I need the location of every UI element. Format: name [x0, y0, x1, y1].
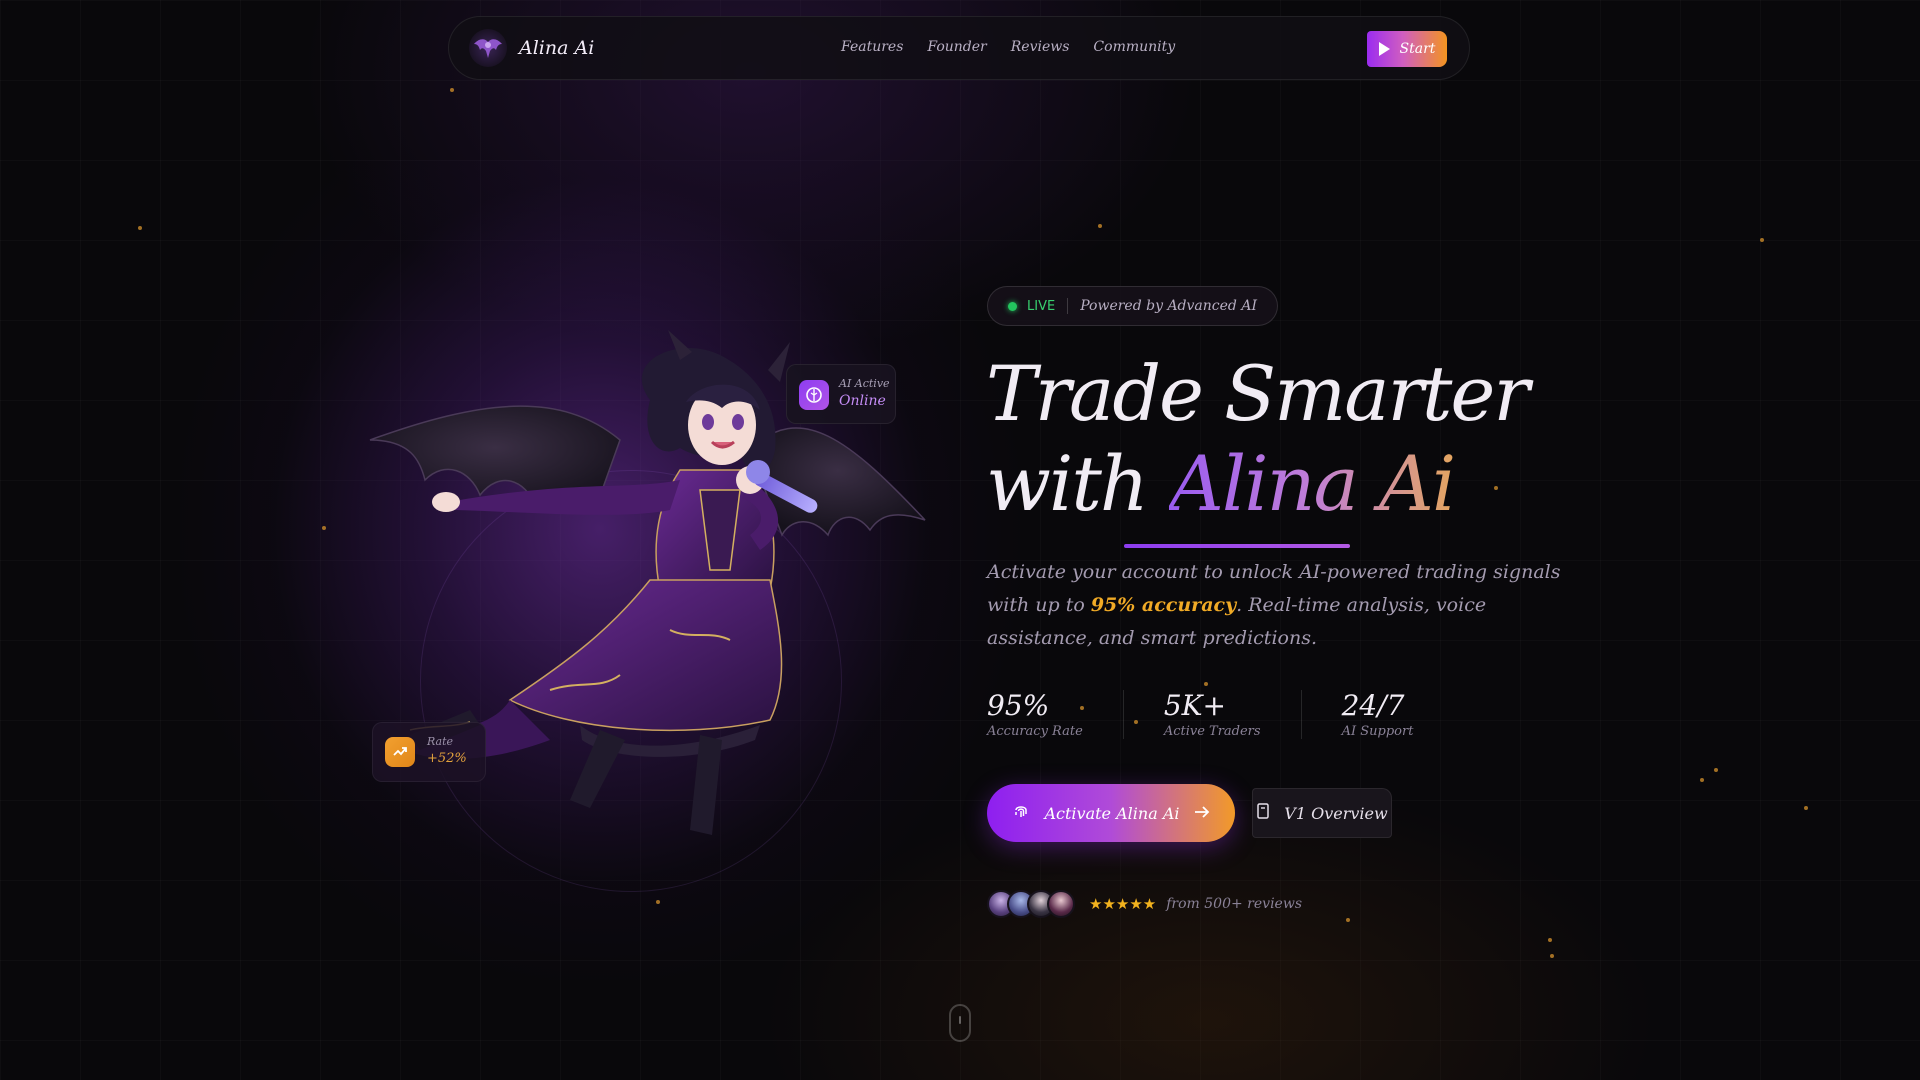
nav-link-community[interactable]: Community	[1093, 39, 1175, 55]
stat-traders: 5K+ Active Traders	[1164, 690, 1302, 739]
particle	[322, 526, 326, 530]
headline-line-2: with Alina Ai	[986, 439, 1456, 528]
stat-label: Accuracy Rate	[987, 724, 1083, 739]
ai-status-value: Online	[839, 393, 886, 409]
particle	[1494, 486, 1498, 490]
nav-link-founder[interactable]: Founder	[927, 39, 986, 55]
rate-value: +52%	[427, 751, 467, 766]
particle	[1098, 224, 1102, 228]
particle	[1804, 806, 1808, 810]
document-icon	[1256, 803, 1270, 823]
headline-gradient: Alina Ai	[1169, 439, 1456, 528]
nav-link-reviews[interactable]: Reviews	[1011, 39, 1070, 55]
activate-button[interactable]: Activate Alina Ai	[987, 784, 1235, 842]
particle	[450, 88, 454, 92]
particle	[1548, 938, 1552, 942]
headline-plain: with	[986, 439, 1149, 528]
particle	[138, 226, 142, 230]
bat-logo-icon	[469, 29, 507, 67]
live-indicator-icon	[1008, 301, 1017, 311]
brand-logo[interactable]: Alina Ai	[469, 29, 594, 67]
nav-links: Features Founder Reviews Community	[841, 39, 1175, 55]
rating-stars: ★★★★★	[1089, 895, 1157, 913]
particle	[1346, 918, 1350, 922]
trending-up-icon	[385, 737, 415, 767]
overview-button-label: V1 Overview	[1284, 803, 1388, 823]
play-icon	[1378, 42, 1390, 56]
particle	[1204, 682, 1208, 686]
overview-button[interactable]: V1 Overview	[1252, 788, 1392, 838]
particle	[656, 900, 660, 904]
stat-value: 95%	[987, 689, 1050, 722]
particle	[1550, 954, 1554, 958]
headline-line-1: Trade Smarter	[986, 349, 1530, 438]
reviews-row: ★★★★★ from 500+ reviews	[987, 890, 1302, 918]
hero-description: Activate your account to unlock AI-power…	[987, 556, 1587, 655]
badge-divider	[1067, 298, 1069, 314]
fingerprint-icon	[1012, 802, 1030, 824]
scroll-mouse-icon[interactable]	[949, 1004, 971, 1042]
stat-value: 5K+	[1163, 689, 1227, 722]
arrow-right-icon	[1194, 804, 1210, 823]
review-count-text: from 500+ reviews	[1166, 896, 1302, 912]
rate-label: Rate	[427, 735, 454, 748]
stat-label: AI Support	[1341, 724, 1414, 739]
particle	[1700, 778, 1704, 782]
avatar	[1047, 890, 1075, 918]
scroll-wheel	[959, 1016, 961, 1024]
nav-link-features[interactable]: Features	[841, 39, 903, 55]
particle	[1714, 768, 1718, 772]
brand-name: Alina Ai	[519, 37, 595, 59]
stat-label: Active Traders	[1163, 724, 1261, 739]
activate-button-label: Activate Alina Ai	[1044, 803, 1180, 823]
top-nav: Alina Ai Features Founder Reviews Commun…	[448, 16, 1470, 80]
description-accent: 95% accuracy	[1090, 594, 1237, 616]
rate-card: Rate +52%	[372, 722, 486, 782]
headline-underline	[1124, 544, 1350, 548]
stat-support: 24/7 AI Support	[1341, 689, 1454, 740]
badge-text: Powered by Advanced AI	[1080, 298, 1257, 314]
stat-value: 24/7	[1341, 689, 1405, 722]
live-label: LIVE	[1027, 298, 1056, 314]
particle	[1760, 238, 1764, 242]
start-button-label: Start	[1399, 41, 1436, 57]
brain-icon	[799, 380, 829, 410]
live-badge: LIVE Powered by Advanced AI	[987, 286, 1278, 326]
stat-accuracy: 95% Accuracy Rate	[987, 690, 1124, 739]
stats-row: 95% Accuracy Rate 5K+ Active Traders 24/…	[987, 690, 1493, 739]
start-button[interactable]: Start	[1367, 31, 1447, 67]
ai-status-card: AI Active Online	[786, 364, 896, 424]
ai-status-label: AI Active	[839, 377, 890, 390]
